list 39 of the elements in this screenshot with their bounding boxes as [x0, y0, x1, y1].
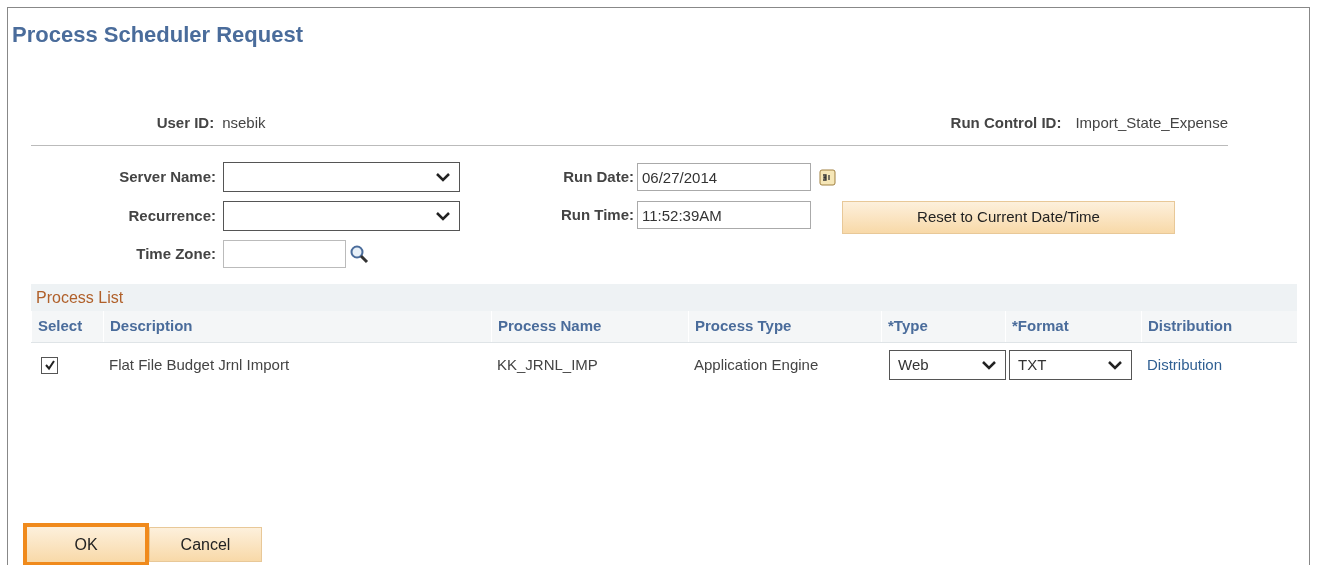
chevron-down-icon	[435, 172, 451, 182]
chevron-down-icon	[435, 211, 451, 221]
input-field[interactable]: 06/27/2014	[637, 163, 811, 191]
field-value: Import_State_Expense	[1075, 113, 1228, 133]
checkbox[interactable]	[41, 356, 58, 374]
reset-button[interactable]: Reset to Current Date/Time	[842, 201, 1175, 234]
table-cell-text: KK_JRNL_IMP	[496, 354, 599, 375]
field-label: Run Control ID:	[949, 113, 1062, 133]
dropdown-field[interactable]: Web	[889, 350, 1006, 380]
column-header: Distribution	[1141, 311, 1292, 342]
chevron-down-icon	[1107, 360, 1123, 370]
distribution-link[interactable]: Distribution	[1141, 353, 1292, 377]
column-header: Select	[31, 311, 103, 342]
field-label: Time Zone:	[135, 243, 216, 264]
chevron-down-icon	[981, 360, 997, 370]
column-header: *Format	[1005, 311, 1141, 342]
calendar-icon[interactable]	[819, 168, 836, 186]
field-label: Run Time:	[559, 204, 634, 225]
dialog-button[interactable]: OK	[23, 523, 149, 565]
input-field[interactable]: 11:52:39AM	[637, 201, 811, 229]
table-cell-text: Flat File Budget Jrnl Import	[108, 354, 291, 375]
column-header: *Type	[881, 311, 1005, 342]
field-label: Recurrence:	[127, 205, 216, 226]
dropdown-field[interactable]	[223, 162, 460, 192]
field-label: Server Name:	[118, 166, 216, 187]
page-title: Process Scheduler Request	[12, 21, 303, 49]
dropdown-field[interactable]: TXT	[1009, 350, 1132, 380]
field-label: User ID:	[155, 113, 215, 133]
field-label: Run Date:	[562, 166, 634, 187]
input-field[interactable]	[223, 240, 346, 268]
field-value: nsebik	[222, 113, 267, 133]
dialog-button[interactable]: Cancel	[149, 527, 262, 562]
table-cell-text: Application Engine	[693, 354, 820, 375]
column-header: Process Name	[491, 311, 688, 342]
dropdown-field[interactable]	[223, 201, 460, 231]
search-icon[interactable]	[349, 244, 369, 264]
column-header: Process Type	[688, 311, 881, 342]
column-header: Description	[103, 311, 491, 342]
section-header: Process List	[31, 284, 1297, 311]
